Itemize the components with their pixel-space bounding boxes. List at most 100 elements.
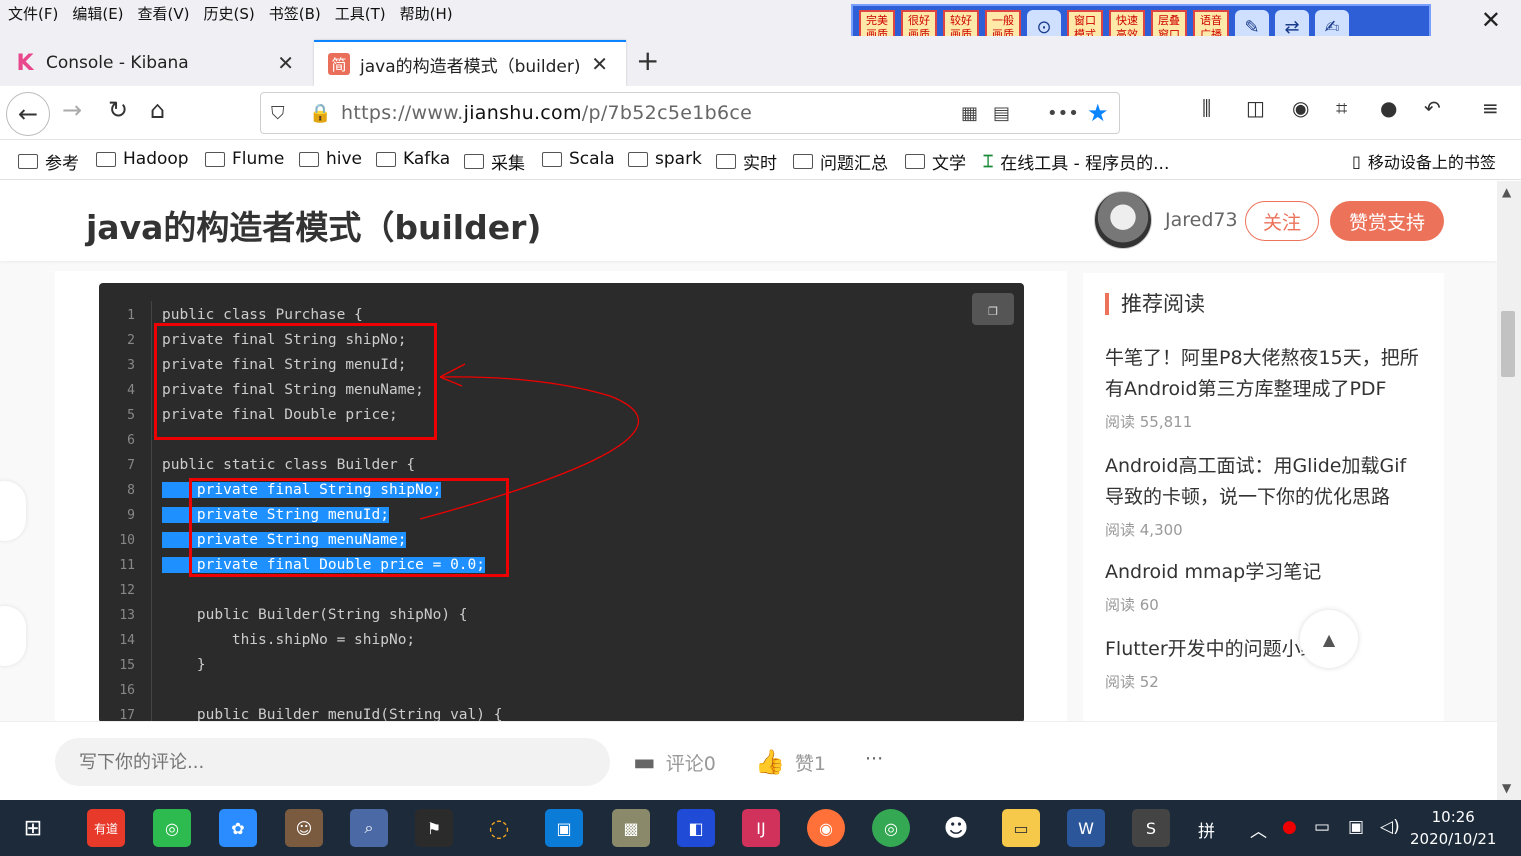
recommended-title[interactable]: 牛笔了！阿里P8大佬熬夜15天，把所有Android第三方库整理成了PDF: [1105, 343, 1425, 405]
qr-code-icon[interactable]: ▦: [961, 103, 978, 124]
scrollbar-thumb[interactable]: [1501, 311, 1515, 377]
side-action-reward[interactable]: [0, 606, 26, 666]
code-line[interactable]: public Builder(String shipNo) {: [162, 603, 502, 628]
recommended-item[interactable]: 牛笔了！阿里P8大佬熬夜15天，把所有Android第三方库整理成了PDF 阅读…: [1105, 343, 1425, 432]
avatar-app-icon[interactable]: ☺: [285, 809, 323, 847]
page-actions-icon[interactable]: •••: [1047, 103, 1079, 124]
app-icon[interactable]: ✿: [219, 809, 257, 847]
menu-help[interactable]: 帮助(H): [400, 3, 453, 24]
bookmark-star-icon[interactable]: ★: [1087, 99, 1109, 127]
reader-view-icon[interactable]: ▤: [993, 103, 1010, 124]
more-button[interactable]: ···: [865, 748, 883, 770]
bookmark-folder[interactable]: Hadoop: [96, 149, 189, 169]
comment-button[interactable]: ▬ 评论0: [633, 748, 716, 776]
image-viewer-icon[interactable]: ▩: [612, 809, 650, 847]
bookmark-folder[interactable]: 问题汇总: [793, 149, 888, 174]
tool-icon[interactable]: ⚑: [415, 809, 453, 847]
bookmark-folder[interactable]: Flume: [205, 149, 284, 169]
sublime-icon[interactable]: S: [1132, 809, 1170, 847]
file-explorer-icon[interactable]: ▭: [1002, 809, 1040, 847]
wechat-icon[interactable]: ◎: [153, 809, 191, 847]
volume-icon[interactable]: ◁): [1380, 817, 1400, 837]
menu-bookmarks[interactable]: 书签(B): [269, 3, 321, 24]
url-bar[interactable]: ⛉ 🔒 https://www.jianshu.com/p/7b52c5e1b6…: [260, 92, 1120, 134]
recommended-title[interactable]: Android高工面试：用Glide加载Gif导致的卡顿，说一下你的优化思路: [1105, 451, 1425, 513]
word-icon[interactable]: W: [1067, 809, 1105, 847]
follow-button[interactable]: 关注: [1245, 201, 1319, 241]
like-button[interactable]: 👍 赞1: [755, 748, 826, 776]
reload-icon[interactable]: ↻: [108, 96, 128, 124]
network-icon[interactable]: ▣: [1348, 817, 1364, 837]
url-text[interactable]: https://www.jianshu.com/p/7b52c5e1b6ce: [341, 102, 752, 124]
tab-kibana[interactable]: K Console - Kibana ✕: [0, 40, 312, 86]
comment-input[interactable]: [55, 738, 610, 786]
ime-indicator[interactable]: 拼: [1198, 817, 1215, 842]
scroll-down-icon[interactable]: ▼: [1502, 781, 1511, 795]
account-icon[interactable]: ◉: [1292, 96, 1309, 120]
bookmark-online-tools[interactable]: ⌶ 在线工具 - 程序员的...: [983, 149, 1169, 175]
system-clock[interactable]: 10:26 2020/10/21: [1410, 806, 1496, 850]
new-tab-icon[interactable]: +: [636, 44, 659, 77]
copy-icon[interactable]: ❐: [972, 293, 1014, 325]
bookmark-folder[interactable]: 参考: [18, 149, 79, 174]
back-to-top-icon[interactable]: ▲: [1300, 610, 1358, 668]
bookmark-folder[interactable]: 文学: [905, 149, 966, 174]
bookmark-folder[interactable]: spark: [628, 149, 702, 169]
recommended-title[interactable]: Android mmap学习笔记: [1105, 557, 1425, 588]
chat-icon[interactable]: ●: [1380, 96, 1397, 120]
menu-file[interactable]: 文件(F): [8, 3, 58, 24]
windows-start-icon[interactable]: ⊞: [14, 809, 52, 847]
menu-view[interactable]: 查看(V): [138, 3, 190, 24]
bookmark-folder[interactable]: 采集: [464, 149, 525, 174]
mobile-bookmarks[interactable]: ▯ 移动设备上的书签: [1352, 149, 1496, 173]
code-line[interactable]: this.shipNo = shipNo;: [162, 628, 502, 653]
library-icon[interactable]: ⫼: [1202, 96, 1211, 120]
menu-edit[interactable]: 编辑(E): [72, 3, 123, 24]
forward-icon[interactable]: →: [62, 96, 82, 124]
tab-close-icon[interactable]: ✕: [277, 51, 294, 75]
back-icon[interactable]: ←: [6, 92, 50, 136]
battery-icon[interactable]: ▭: [1314, 817, 1330, 837]
bookmark-folder[interactable]: Scala: [542, 149, 615, 169]
undo-icon[interactable]: ↶: [1424, 96, 1441, 120]
youdao-icon[interactable]: 有道: [87, 809, 125, 847]
spiral-app-icon[interactable]: ◌: [480, 809, 518, 847]
window-close-icon[interactable]: ✕: [1481, 6, 1501, 34]
avatar[interactable]: [1094, 191, 1152, 249]
scroll-up-icon[interactable]: ▲: [1502, 185, 1511, 199]
smiley-app-icon[interactable]: ☻: [937, 809, 975, 847]
recommended-item[interactable]: Flutter开发中的问题小结 阅读 52: [1105, 634, 1425, 692]
bookmark-folder[interactable]: Kafka: [376, 149, 450, 169]
recommended-item[interactable]: Android高工面试：用Glide加载Gif导致的卡顿，说一下你的优化思路 阅…: [1105, 451, 1425, 540]
remote-desktop-icon[interactable]: ▣: [545, 809, 583, 847]
reward-button[interactable]: 赞赏支持: [1330, 201, 1444, 241]
screen-reader-icon[interactable]: ⌕: [350, 809, 388, 847]
page-content: java的构造者模式（builder) Jared73 关注 赞赏支持 1234…: [0, 181, 1497, 721]
screenshot-icon[interactable]: ⌗: [1336, 96, 1347, 120]
bookmark-folder[interactable]: 实时: [716, 149, 777, 174]
tray-expand-icon[interactable]: ︿: [1250, 817, 1267, 842]
page-scrollbar[interactable]: ▲ ▼: [1497, 181, 1521, 800]
recommended-item[interactable]: Android mmap学习笔记 阅读 60: [1105, 557, 1425, 615]
shield-icon[interactable]: ⛉: [271, 103, 285, 124]
chrome-icon[interactable]: ◎: [872, 809, 910, 847]
author-name[interactable]: Jared73: [1165, 209, 1238, 231]
code-line[interactable]: }: [162, 653, 502, 678]
mobile-icon: ▯: [1352, 151, 1361, 171]
sidebar-icon[interactable]: ◫: [1246, 96, 1265, 120]
tab-close-icon[interactable]: ✕: [591, 52, 608, 76]
record-icon[interactable]: ●: [1282, 817, 1297, 837]
intellij-icon[interactable]: IJ: [742, 809, 780, 847]
firefox-icon[interactable]: ◉: [807, 809, 845, 847]
menu-history[interactable]: 历史(S): [204, 3, 255, 24]
office-icon[interactable]: ◧: [677, 809, 715, 847]
home-icon[interactable]: ⌂: [150, 96, 165, 124]
code-line[interactable]: [162, 678, 502, 703]
recommended-title[interactable]: Flutter开发中的问题小结: [1105, 634, 1425, 665]
bookmark-folder[interactable]: hive: [299, 149, 362, 169]
code-line[interactable]: public Builder menuId(String val) {: [162, 703, 503, 721]
hamburger-menu-icon[interactable]: ≡: [1482, 96, 1499, 120]
menu-tools[interactable]: 工具(T): [335, 3, 386, 24]
lock-icon[interactable]: 🔒: [309, 103, 331, 124]
tab-jianshu[interactable]: 简 java的构造者模式（builder) ✕: [314, 40, 626, 86]
